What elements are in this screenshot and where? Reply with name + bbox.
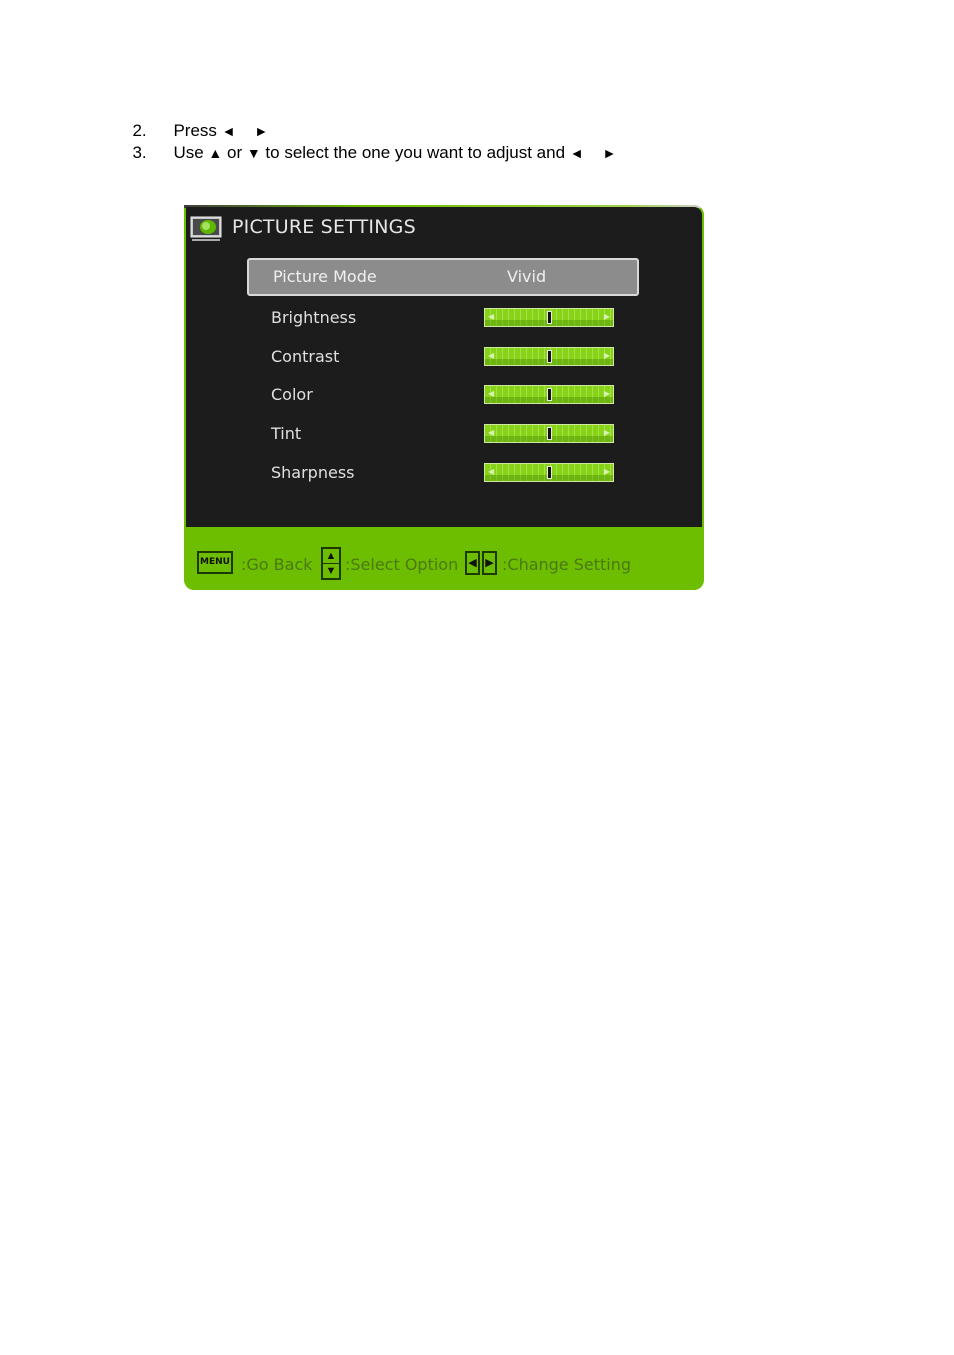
slider-left-arrow-icon: ◀	[488, 389, 495, 398]
slider-thumb[interactable]	[547, 350, 552, 363]
slider-right-arrow-icon: ▶	[603, 312, 610, 321]
slider-right-arrow-icon: ▶	[603, 351, 610, 360]
slider-right-arrow-icon: ▶	[603, 467, 610, 476]
down-arrow-icon: ▼	[246, 145, 261, 161]
row-label: Contrast	[271, 347, 340, 366]
go-back-hint: :Go Back	[241, 555, 313, 574]
color-slider[interactable]: ◀ ▶	[484, 385, 614, 404]
row-label: Tint	[271, 424, 302, 443]
up-arrow-icon: ▲	[208, 145, 223, 161]
instruction-step-3: 3. Use ▲ or ▼ to select the one you want …	[123, 123, 616, 163]
left-arrow-icon: ◄	[569, 145, 584, 161]
right-key-icon: ▶	[482, 551, 497, 575]
picture-settings-menu: PICTURE SETTINGS Picture Mode Vivid Brig…	[184, 205, 704, 590]
brightness-slider[interactable]: ◀ ▶	[484, 308, 614, 327]
slider-left-arrow-icon: ◀	[488, 467, 495, 476]
menu-body: PICTURE SETTINGS Picture Mode Vivid Brig…	[186, 207, 702, 527]
left-key-icon: ◀	[465, 551, 480, 575]
step-text: Use	[173, 143, 209, 162]
step-number: 3.	[132, 143, 147, 162]
slider-thumb[interactable]	[547, 388, 552, 401]
row-label: Color	[271, 385, 313, 404]
row-label: Brightness	[271, 308, 357, 327]
slider-left-arrow-icon: ◀	[488, 428, 495, 437]
slider-thumb[interactable]	[547, 311, 552, 324]
contrast-slider[interactable]: ◀ ▶	[484, 347, 614, 366]
menu-row-sharpness[interactable]: Sharpness ◀ ▶	[247, 454, 639, 492]
sharpness-slider[interactable]: ◀ ▶	[484, 463, 614, 482]
menu-row-picture-mode[interactable]: Picture Mode Vivid	[247, 258, 639, 296]
menu-footer-hints: MENU :Go Back ▲ ▼ :Select Option ◀ ▶ :Ch…	[184, 527, 704, 590]
slider-left-arrow-icon: ◀	[488, 351, 495, 360]
right-arrow-icon: ►	[602, 145, 617, 161]
slider-right-arrow-icon: ▶	[603, 389, 610, 398]
up-arrow-icon: ▲	[323, 549, 339, 564]
menu-key-icon: MENU	[197, 551, 233, 574]
change-setting-hint: :Change Setting	[502, 555, 632, 574]
menu-title: PICTURE SETTINGS	[232, 216, 416, 238]
slider-thumb[interactable]	[547, 466, 552, 479]
step-text: or	[222, 143, 247, 162]
down-arrow-icon: ▼	[325, 565, 337, 577]
picture-settings-icon	[190, 216, 222, 241]
row-label: Picture Mode	[273, 267, 377, 286]
menu-row-contrast[interactable]: Contrast ◀ ▶	[247, 338, 639, 376]
select-option-hint: :Select Option	[345, 555, 459, 574]
menu-row-brightness[interactable]: Brightness ◀ ▶	[247, 299, 639, 337]
step-text: to select the one you want to adjust and	[260, 143, 570, 162]
row-label: Sharpness	[271, 463, 355, 482]
up-down-key-icon: ▲ ▼	[321, 547, 341, 580]
slider-right-arrow-icon: ▶	[603, 428, 610, 437]
slider-left-arrow-icon: ◀	[488, 312, 495, 321]
slider-thumb[interactable]	[547, 427, 552, 440]
tint-slider[interactable]: ◀ ▶	[484, 424, 614, 443]
menu-row-tint[interactable]: Tint ◀ ▶	[247, 415, 639, 453]
menu-row-color[interactable]: Color ◀ ▶	[247, 376, 639, 414]
picture-mode-value[interactable]: Vivid	[507, 267, 546, 286]
